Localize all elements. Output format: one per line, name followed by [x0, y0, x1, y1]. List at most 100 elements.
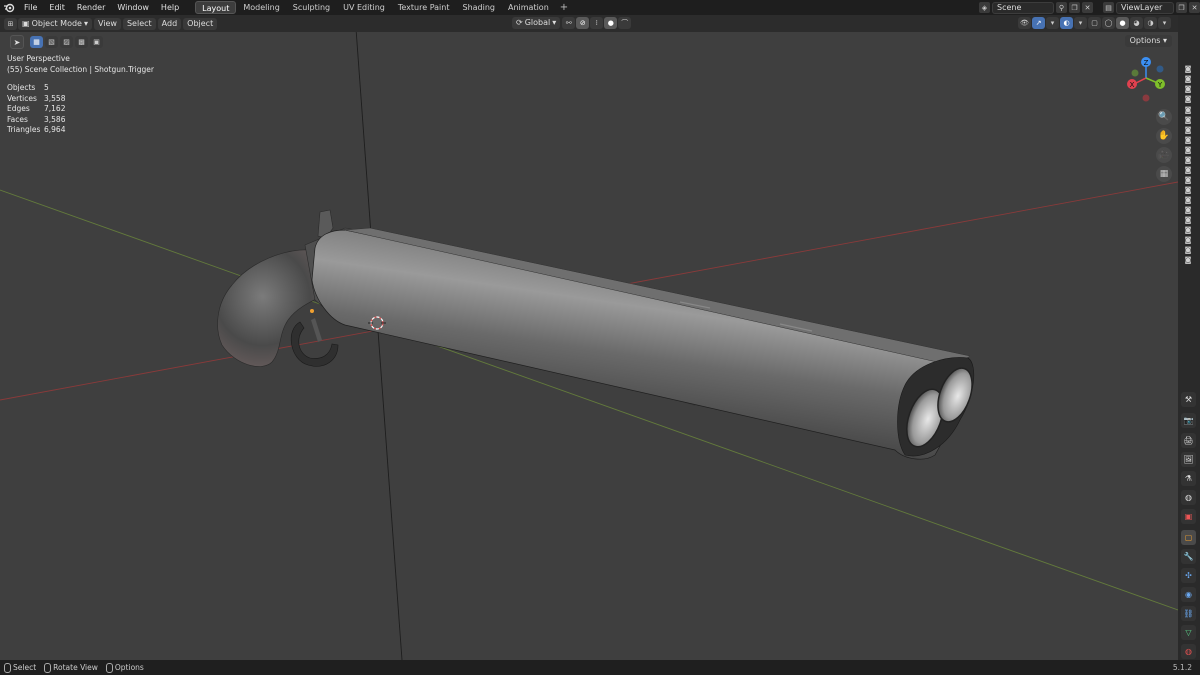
menu-object[interactable]: Object — [183, 17, 218, 30]
camera-icon[interactable]: ◙ — [1182, 116, 1194, 124]
camera-icon[interactable]: ◙ — [1182, 136, 1194, 144]
menu-select[interactable]: Select — [122, 17, 156, 30]
xray-icon[interactable]: ▢ — [1088, 17, 1101, 29]
delete-scene-icon[interactable]: ✕ — [1082, 2, 1093, 13]
select-box-tool-icon[interactable]: ➤ — [10, 35, 24, 49]
gizmo-neg-z-handle[interactable] — [1156, 65, 1164, 73]
overlay-toggle-icon[interactable]: ◐ — [1060, 17, 1073, 29]
camera-icon[interactable]: ◙ — [1182, 186, 1194, 194]
blender-logo-icon[interactable] — [0, 0, 18, 15]
select-subtract-icon[interactable]: ▨ — [60, 36, 73, 48]
scene-field[interactable]: Scene — [992, 1, 1054, 14]
menu-edit[interactable]: Edit — [43, 0, 71, 15]
zoom-icon[interactable]: 🔍 — [1156, 109, 1172, 125]
view-layer-properties-tab[interactable]: 🖼 — [1181, 452, 1196, 467]
physics-properties-tab[interactable]: ◉ — [1181, 587, 1196, 602]
gizmo-dropdown-icon[interactable]: ▾ — [1046, 17, 1059, 29]
view-layer-field[interactable]: ViewLayer — [1116, 1, 1174, 14]
mode-selector[interactable]: ▣ Object Mode ▾ — [18, 17, 92, 30]
tab-sculpting[interactable]: Sculpting — [287, 1, 336, 14]
new-scene-icon[interactable]: ❐ — [1069, 2, 1080, 13]
camera-icon[interactable]: ◙ — [1182, 216, 1194, 224]
camera-icon[interactable]: ◙ — [1182, 65, 1194, 73]
tab-layout[interactable]: Layout — [195, 1, 237, 14]
scene-properties-tab[interactable]: ⚗ — [1181, 471, 1196, 486]
select-extend-icon[interactable]: ▧ — [45, 36, 58, 48]
snap-icon[interactable]: ⊘ — [576, 17, 590, 29]
camera-icon[interactable]: ◙ — [1182, 226, 1194, 234]
editor-type-icon[interactable]: ⊞ — [4, 17, 17, 30]
camera-icon[interactable]: ◙ — [1182, 146, 1194, 154]
camera-view-icon[interactable]: 🎥 — [1156, 147, 1172, 163]
render-properties-tab[interactable]: 📷 — [1181, 413, 1196, 428]
select-intersect-icon[interactable]: ▣ — [90, 36, 103, 48]
material-properties-tab[interactable]: ◍ — [1181, 644, 1196, 659]
options-label: Options — [1129, 36, 1161, 45]
menu-help[interactable]: Help — [155, 0, 185, 15]
output-properties-tab[interactable]: 🖨 — [1181, 433, 1196, 448]
particles-properties-tab[interactable]: ✣ — [1181, 568, 1196, 583]
proportional-edit-icon[interactable]: ● — [604, 17, 618, 29]
options-dropdown[interactable]: Options ▾ — [1124, 35, 1172, 47]
gizmo-neg-x-handle[interactable] — [1142, 94, 1150, 102]
ortho-grid-icon[interactable]: ▦ — [1156, 166, 1172, 182]
navigation-gizmo[interactable]: Z Y X — [1127, 57, 1165, 102]
camera-icon[interactable]: ◙ — [1182, 206, 1194, 214]
data-properties-tab[interactable]: ▽ — [1181, 625, 1196, 640]
collection-properties-tab[interactable]: ▣ — [1181, 509, 1196, 524]
tab-modeling[interactable]: Modeling — [237, 1, 285, 14]
overlay-dropdown-icon[interactable]: ▾ — [1074, 17, 1087, 29]
pan-hand-icon[interactable]: ✋ — [1156, 128, 1172, 144]
menu-file[interactable]: File — [18, 0, 43, 15]
falloff-icon[interactable]: ⌒ — [618, 17, 632, 29]
3d-viewport[interactable]: Z Y X ➤ ▦ ▧ ▨ ▩ ▣ User Perspective (55) … — [0, 32, 1178, 660]
rendered-shading-icon[interactable]: ◑ — [1144, 17, 1157, 29]
camera-icon[interactable]: ◙ — [1182, 256, 1194, 264]
view-layer-icon[interactable]: ▤ — [1103, 2, 1114, 13]
object-properties-tab[interactable]: ▢ — [1181, 530, 1196, 545]
camera-icon[interactable]: ◙ — [1182, 106, 1194, 114]
menu-render[interactable]: Render — [71, 0, 111, 15]
new-view-layer-icon[interactable]: ❐ — [1176, 2, 1187, 13]
select-new-icon[interactable]: ▦ — [30, 36, 43, 48]
stat-label: Objects — [7, 83, 36, 92]
snap-target-icon[interactable]: ⁞ — [590, 17, 604, 29]
visibility-icon[interactable]: 👁 — [1018, 17, 1031, 29]
camera-icon[interactable]: ◙ — [1182, 95, 1194, 103]
stat-row: Objects 5 — [7, 83, 65, 94]
gizmo-neg-y-handle[interactable] — [1131, 69, 1139, 77]
camera-icon[interactable]: ◙ — [1182, 85, 1194, 93]
menu-window[interactable]: Window — [111, 0, 155, 15]
pin-icon[interactable]: ⚲ — [1056, 2, 1067, 13]
tab-shading[interactable]: Shading — [456, 1, 501, 14]
constraints-properties-tab[interactable]: ⛓ — [1181, 606, 1196, 621]
shading-dropdown-icon[interactable]: ▾ — [1158, 17, 1171, 29]
camera-icon[interactable]: ◙ — [1182, 166, 1194, 174]
tab-animation[interactable]: Animation — [502, 1, 555, 14]
add-workspace-button[interactable]: + — [556, 2, 572, 13]
tab-uv-editing[interactable]: UV Editing — [337, 1, 391, 14]
modifier-properties-tab[interactable]: 🔧 — [1181, 549, 1196, 564]
camera-icon[interactable]: ◙ — [1182, 75, 1194, 83]
world-properties-tab[interactable]: ◍ — [1181, 490, 1196, 505]
transform-orientation[interactable]: ⟳ Global ▾ — [512, 17, 561, 29]
camera-icon[interactable]: ◙ — [1182, 236, 1194, 244]
camera-icon[interactable]: ◙ — [1182, 196, 1194, 204]
pivot-icon[interactable]: ⚯ — [562, 17, 576, 29]
select-invert-icon[interactable]: ▩ — [75, 36, 88, 48]
solid-shading-icon[interactable]: ● — [1116, 17, 1129, 29]
menu-add[interactable]: Add — [157, 17, 182, 30]
camera-icon[interactable]: ◙ — [1182, 176, 1194, 184]
gizmo-toggle-icon[interactable]: ↗ — [1032, 17, 1045, 29]
camera-icon[interactable]: ◙ — [1182, 156, 1194, 164]
menu-view[interactable]: View — [93, 17, 121, 30]
scene-stats: Objects 5 Vertices 3,558 Edges 7,162 Faces 3… — [7, 83, 65, 136]
scene-icon[interactable]: ◈ — [979, 2, 990, 13]
camera-icon[interactable]: ◙ — [1182, 246, 1194, 254]
camera-icon[interactable]: ◙ — [1182, 126, 1194, 134]
tab-texture-paint[interactable]: Texture Paint — [392, 1, 456, 14]
wireframe-shading-icon[interactable]: ◯ — [1102, 17, 1115, 29]
delete-view-layer-icon[interactable]: ✕ — [1189, 2, 1200, 13]
material-shading-icon[interactable]: ◕ — [1130, 17, 1143, 29]
tool-properties-tab[interactable]: ⚒ — [1181, 392, 1196, 407]
